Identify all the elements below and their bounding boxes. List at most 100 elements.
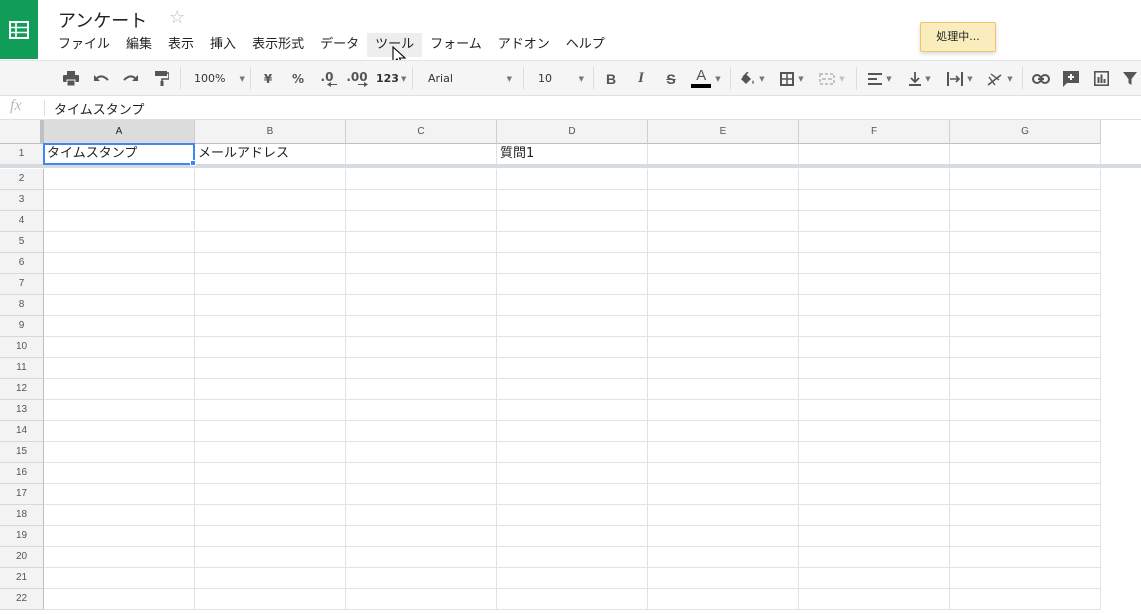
cell-b22[interactable] xyxy=(195,589,346,610)
cell-f21[interactable] xyxy=(799,568,950,589)
cell-c20[interactable] xyxy=(346,547,497,568)
cell-c16[interactable] xyxy=(346,463,497,484)
cell-a2[interactable] xyxy=(44,169,195,190)
filter-icon[interactable] xyxy=(1120,61,1140,96)
cell-b16[interactable] xyxy=(195,463,346,484)
horizontal-align-button[interactable]: ▼ xyxy=(864,61,896,96)
cell-c15[interactable] xyxy=(346,442,497,463)
cell-d21[interactable] xyxy=(497,568,648,589)
cell-e19[interactable] xyxy=(648,526,799,547)
cell-e22[interactable] xyxy=(648,589,799,610)
column-header-b[interactable]: B xyxy=(195,120,346,144)
cell-f8[interactable] xyxy=(799,295,950,316)
cell-a4[interactable] xyxy=(44,211,195,232)
cell-c21[interactable] xyxy=(346,568,497,589)
menu-view[interactable]: 表示 xyxy=(160,33,202,57)
cell-f19[interactable] xyxy=(799,526,950,547)
cell-a16[interactable] xyxy=(44,463,195,484)
row-header-21[interactable]: 21 xyxy=(0,568,44,589)
cell-e10[interactable] xyxy=(648,337,799,358)
cell-d16[interactable] xyxy=(497,463,648,484)
cell-b4[interactable] xyxy=(195,211,346,232)
menu-form[interactable]: フォーム xyxy=(422,33,490,57)
cell-b7[interactable] xyxy=(195,274,346,295)
cell-a21[interactable] xyxy=(44,568,195,589)
cell-c19[interactable] xyxy=(346,526,497,547)
cell-g15[interactable] xyxy=(950,442,1101,463)
menu-insert[interactable]: 挿入 xyxy=(202,33,244,57)
row-header-18[interactable]: 18 xyxy=(0,505,44,526)
cell-d22[interactable] xyxy=(497,589,648,610)
cell-e16[interactable] xyxy=(648,463,799,484)
cell-d17[interactable] xyxy=(497,484,648,505)
cell-a10[interactable] xyxy=(44,337,195,358)
menu-help[interactable]: ヘルプ xyxy=(558,33,613,57)
cell-f4[interactable] xyxy=(799,211,950,232)
cell-g3[interactable] xyxy=(950,190,1101,211)
row-header-17[interactable]: 17 xyxy=(0,484,44,505)
insert-comment-icon[interactable] xyxy=(1060,61,1082,96)
cell-e1[interactable] xyxy=(648,144,799,165)
cell-d18[interactable] xyxy=(497,505,648,526)
cell-g6[interactable] xyxy=(950,253,1101,274)
cell-f18[interactable] xyxy=(799,505,950,526)
cell-g16[interactable] xyxy=(950,463,1101,484)
cell-a9[interactable] xyxy=(44,316,195,337)
decrease-decimal-button[interactable]: .0 xyxy=(316,61,338,96)
cell-f6[interactable] xyxy=(799,253,950,274)
cell-d9[interactable] xyxy=(497,316,648,337)
cell-c11[interactable] xyxy=(346,358,497,379)
cell-a22[interactable] xyxy=(44,589,195,610)
cell-e2[interactable] xyxy=(648,169,799,190)
frozen-row-divider[interactable] xyxy=(0,164,1141,168)
borders-button[interactable]: ▼ xyxy=(776,61,808,96)
cell-g2[interactable] xyxy=(950,169,1101,190)
cell-g8[interactable] xyxy=(950,295,1101,316)
cell-g18[interactable] xyxy=(950,505,1101,526)
cell-g14[interactable] xyxy=(950,421,1101,442)
bold-button[interactable]: B xyxy=(601,61,621,96)
text-wrap-button[interactable]: ▼ xyxy=(944,61,976,96)
cell-b10[interactable] xyxy=(195,337,346,358)
cell-e14[interactable] xyxy=(648,421,799,442)
number-format-select[interactable]: 123 ▼ xyxy=(376,61,406,96)
cell-f17[interactable] xyxy=(799,484,950,505)
row-header-10[interactable]: 10 xyxy=(0,337,44,358)
cell-e18[interactable] xyxy=(648,505,799,526)
row-header-13[interactable]: 13 xyxy=(0,400,44,421)
cell-c4[interactable] xyxy=(346,211,497,232)
percent-format-button[interactable]: % xyxy=(288,61,308,96)
cell-d7[interactable] xyxy=(497,274,648,295)
cell-e11[interactable] xyxy=(648,358,799,379)
merge-cells-button[interactable]: ▼ xyxy=(816,61,848,96)
cell-f11[interactable] xyxy=(799,358,950,379)
menu-file[interactable]: ファイル xyxy=(50,33,118,57)
row-header-19[interactable]: 19 xyxy=(0,526,44,547)
row-header-3[interactable]: 3 xyxy=(0,190,44,211)
cell-a12[interactable] xyxy=(44,379,195,400)
column-header-c[interactable]: C xyxy=(346,120,497,144)
cell-g7[interactable] xyxy=(950,274,1101,295)
menu-edit[interactable]: 編集 xyxy=(118,33,160,57)
zoom-select[interactable]: 100% ▼ xyxy=(194,61,245,96)
row-header-20[interactable]: 20 xyxy=(0,547,44,568)
cell-e13[interactable] xyxy=(648,400,799,421)
row-header-14[interactable]: 14 xyxy=(0,421,44,442)
column-header-d[interactable]: D xyxy=(497,120,648,144)
row-header-7[interactable]: 7 xyxy=(0,274,44,295)
menu-data[interactable]: データ xyxy=(312,33,367,57)
cell-d14[interactable] xyxy=(497,421,648,442)
cell-e6[interactable] xyxy=(648,253,799,274)
strikethrough-button[interactable]: S xyxy=(661,61,681,96)
menu-format[interactable]: 表示形式 xyxy=(244,33,312,57)
sheets-logo[interactable] xyxy=(0,0,38,59)
cell-d1[interactable]: 質問1 xyxy=(497,144,648,165)
column-header-a[interactable]: A xyxy=(44,120,195,144)
cell-f20[interactable] xyxy=(799,547,950,568)
document-title[interactable]: アンケート xyxy=(58,7,147,33)
italic-button[interactable]: I xyxy=(631,61,651,96)
cell-f10[interactable] xyxy=(799,337,950,358)
column-header-f[interactable]: F xyxy=(799,120,950,144)
cell-e3[interactable] xyxy=(648,190,799,211)
cell-b6[interactable] xyxy=(195,253,346,274)
